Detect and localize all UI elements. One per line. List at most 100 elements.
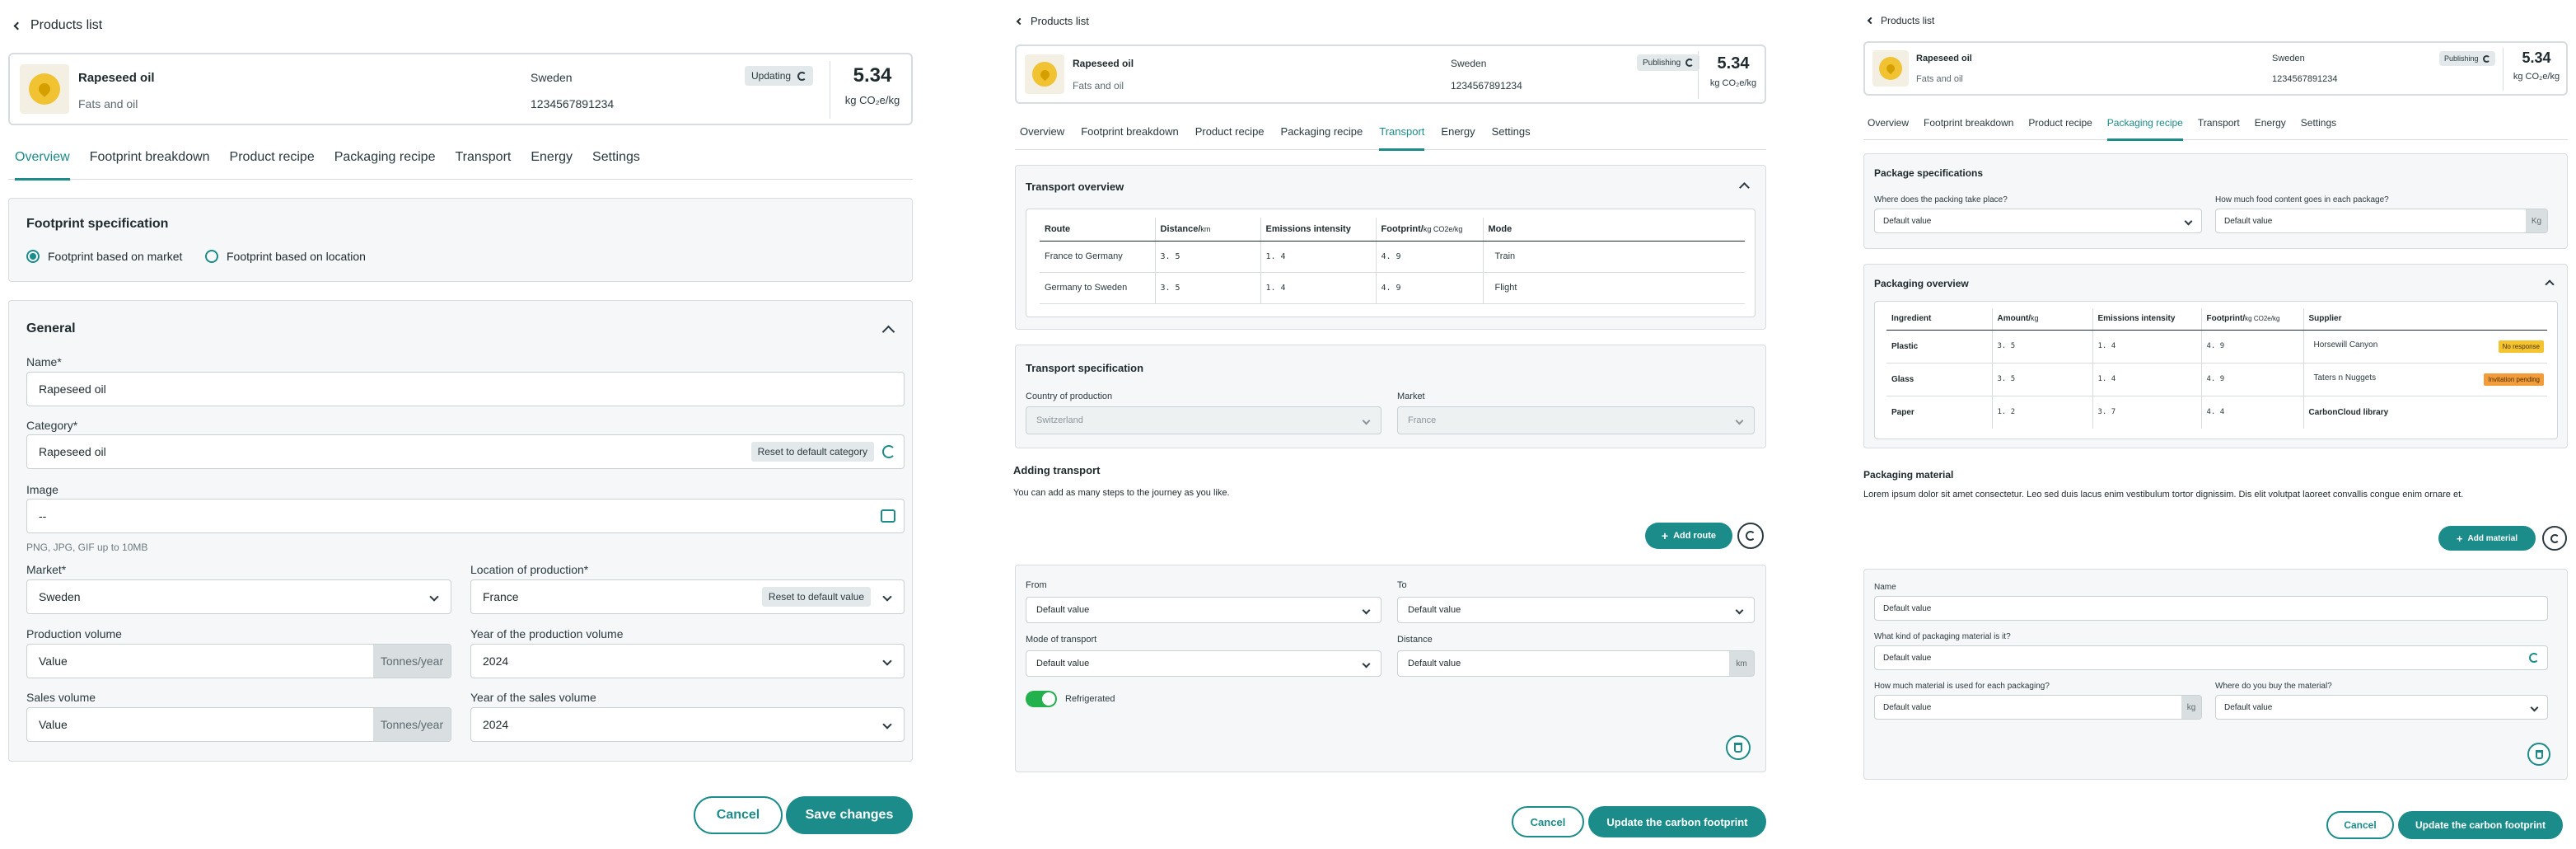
prod-volume-input[interactable]: Value Tonnes/year: [26, 644, 451, 678]
where-select[interactable]: Default value: [1874, 209, 2202, 233]
tab-transport[interactable]: Transport: [1379, 125, 1425, 151]
tab-product-recipe[interactable]: Product recipe: [230, 150, 315, 179]
refrigerated-toggle[interactable]: [1026, 691, 1057, 707]
prod-year-label: Year of the production volume: [470, 627, 624, 640]
table-row: France to Germany 3. 5 1. 4 4. 9 Train: [1040, 241, 1745, 273]
save-button[interactable]: Save changes: [786, 796, 913, 834]
to-select[interactable]: Default value: [1397, 597, 1755, 623]
amount-input[interactable]: Default value kg: [1874, 695, 2202, 720]
tab-overview[interactable]: Overview: [15, 150, 70, 181]
delete-material-button[interactable]: [2527, 743, 2550, 766]
tab-footprint-breakdown[interactable]: Footprint breakdown: [1924, 117, 2013, 139]
country-label: Country of production: [1026, 392, 1113, 401]
where-label: Where does the packing take place?: [1874, 195, 2008, 204]
sales-volume-input[interactable]: Value Tonnes/year: [26, 707, 451, 742]
distance-input[interactable]: Default value km: [1397, 650, 1755, 677]
collapse-icon[interactable]: [2545, 279, 2555, 289]
tab-footprint-breakdown[interactable]: Footprint breakdown: [1081, 125, 1179, 149]
tab-packaging-recipe[interactable]: Packaging recipe: [1281, 125, 1363, 149]
oil-drop-icon: [1884, 62, 1897, 75]
refrigerated-label: Refrigerated: [1065, 694, 1115, 704]
chevron-down-icon: [882, 592, 892, 602]
category-label: Category*: [26, 419, 78, 432]
tab-packaging-recipe[interactable]: Packaging recipe: [334, 150, 436, 179]
reset-icon[interactable]: [2529, 653, 2539, 663]
reset-icon[interactable]: [882, 445, 895, 458]
tab-product-recipe[interactable]: Product recipe: [1195, 125, 1265, 149]
package-spec-title: Package specifications: [1874, 167, 1984, 179]
tab-packaging-recipe[interactable]: Packaging recipe: [2106, 117, 2183, 141]
product-name: Rapeseed oil: [1916, 54, 1972, 63]
category-input[interactable]: Rapeseed oil Reset to default category: [26, 434, 905, 469]
cancel-button[interactable]: Cancel: [694, 796, 783, 834]
add-material-button[interactable]: + Add material: [2438, 526, 2536, 551]
reset-location-button[interactable]: Reset to default value: [761, 587, 871, 607]
tab-product-recipe[interactable]: Product recipe: [2028, 117, 2092, 139]
oil-drop-icon: [1038, 68, 1051, 81]
product-card: Rapeseed oil Fats and oil Sweden 1234567…: [8, 53, 913, 125]
image-input[interactable]: --: [26, 499, 905, 533]
screen-transport: Products list Rapeseed oil Fats and oil …: [1001, 0, 1775, 849]
reset-route-button[interactable]: [1737, 523, 1764, 549]
reset-icon: [1746, 531, 1756, 541]
tab-transport[interactable]: Transport: [2198, 117, 2240, 139]
back-link[interactable]: Products list: [1016, 15, 1089, 27]
refresh-icon: [797, 71, 807, 81]
tab-settings[interactable]: Settings: [2301, 117, 2336, 139]
chevron-left-icon: [1016, 17, 1024, 25]
image-upload-icon[interactable]: [881, 509, 895, 523]
delete-route-button[interactable]: [1726, 735, 1751, 760]
packaging-material-title: Packaging material: [1863, 469, 1954, 481]
tab-footprint-breakdown[interactable]: Footprint breakdown: [90, 150, 210, 179]
kind-input[interactable]: Default value: [1874, 645, 2548, 670]
add-route-button[interactable]: + Add route: [1645, 523, 1732, 549]
reset-material-button[interactable]: [2542, 526, 2567, 551]
kind-label: What kind of packaging material is it?: [1874, 632, 2011, 641]
refresh-icon: [2482, 54, 2490, 63]
collapse-icon[interactable]: [881, 325, 895, 339]
col-supplier: Supplier: [2303, 308, 2547, 331]
trash-icon: [1734, 743, 1742, 753]
tab-energy[interactable]: Energy: [531, 150, 573, 179]
prod-year-select[interactable]: 2024: [470, 644, 905, 678]
back-link[interactable]: Products list: [13, 18, 102, 33]
packaging-overview-title: Packaging overview: [1874, 278, 1969, 289]
chevron-down-icon: [882, 656, 892, 666]
tab-overview[interactable]: Overview: [1868, 117, 1909, 139]
location-select[interactable]: France Reset to default value: [470, 579, 905, 614]
tab-energy[interactable]: Energy: [1441, 125, 1475, 149]
buy-select[interactable]: Default value: [2215, 695, 2548, 720]
cancel-button[interactable]: Cancel: [1512, 806, 1584, 837]
back-label: Products list: [1031, 15, 1089, 27]
tab-transport[interactable]: Transport: [455, 150, 511, 179]
route-form: From Default value To Default value Mode…: [1015, 565, 1766, 772]
sales-year-select[interactable]: 2024: [470, 707, 905, 742]
name-input[interactable]: Rapeseed oil: [26, 372, 905, 406]
packaging-table: Ingredient Amount/kg Emissions intensity…: [1886, 308, 2547, 429]
tab-settings[interactable]: Settings: [592, 150, 640, 179]
transport-spec-title: Transport specification: [1026, 362, 1144, 374]
tab-energy[interactable]: Energy: [2255, 117, 2286, 139]
back-link[interactable]: Products list: [1867, 15, 1934, 26]
status-badge: Invitation pending: [2484, 373, 2544, 386]
cancel-button[interactable]: Cancel: [2326, 811, 2394, 839]
tab-settings[interactable]: Settings: [1492, 125, 1531, 149]
content-input[interactable]: Default value Kg: [2215, 209, 2548, 233]
mode-select[interactable]: Default value: [1026, 650, 1382, 677]
name-input[interactable]: Default value: [1874, 596, 2548, 621]
packaging-table-card: Ingredient Amount/kg Emissions intensity…: [1874, 301, 2558, 439]
product-card: Rapeseed oil Fats and oil Sweden 1234567…: [1863, 41, 2568, 96]
radio-market[interactable]: Footprint based on market: [26, 250, 182, 263]
col-footprint: Footprint/kg CO2e/kg: [2200, 308, 2303, 331]
tab-overview[interactable]: Overview: [1020, 125, 1064, 149]
collapse-icon[interactable]: [1739, 182, 1750, 193]
market-select[interactable]: Sweden: [26, 579, 451, 614]
update-footprint-button[interactable]: Update the carbon footprint: [2398, 811, 2563, 839]
product-code: 1234567891234: [531, 97, 615, 110]
reset-category-button[interactable]: Reset to default category: [750, 442, 874, 462]
from-select[interactable]: Default value: [1026, 597, 1382, 623]
mode-label: Mode of transport: [1026, 635, 1097, 645]
package-spec-section: Package specifications Where does the pa…: [1863, 153, 2568, 249]
update-footprint-button[interactable]: Update the carbon footprint: [1588, 806, 1766, 837]
radio-location[interactable]: Footprint based on location: [205, 250, 366, 263]
